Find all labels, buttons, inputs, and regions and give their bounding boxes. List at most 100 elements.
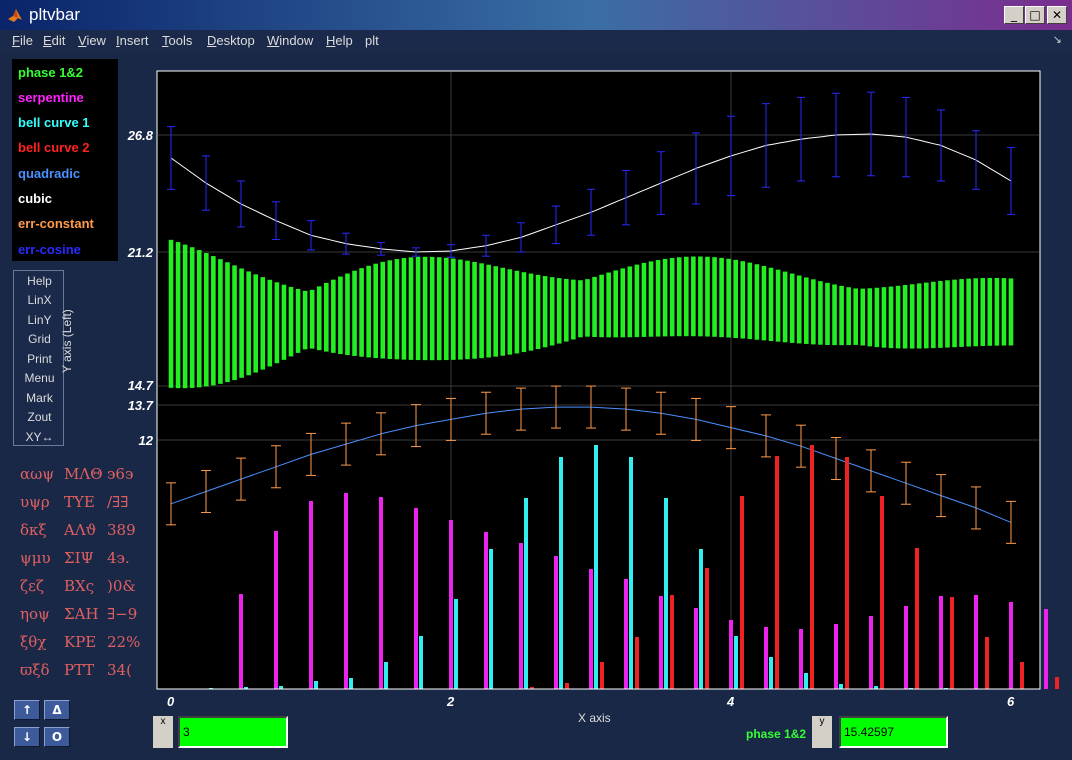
ytick-21-2: 21.2 — [127, 245, 153, 260]
phase-bar — [832, 284, 837, 346]
phase-bar — [740, 261, 746, 339]
phase-bar — [563, 278, 569, 342]
cursor-trace-name: phase 1&2 — [746, 727, 807, 741]
serpentine-bar — [414, 508, 418, 689]
phase-bar — [966, 278, 971, 347]
phase-bar — [528, 273, 534, 351]
phase-bar — [571, 279, 576, 340]
phase-bar — [839, 285, 844, 346]
phase-bar — [316, 286, 322, 351]
phase-bar — [916, 283, 922, 349]
plot-canvas — [156, 70, 1059, 690]
serpentine-bar — [379, 497, 383, 689]
serpentine-bar — [764, 627, 768, 689]
phase-bar — [345, 273, 350, 356]
phase-bar — [479, 263, 484, 359]
phase-bar — [825, 282, 830, 345]
phase-bar — [175, 242, 181, 389]
phase-bar — [938, 281, 943, 348]
phase-bar — [521, 272, 527, 353]
phase-bar — [246, 271, 251, 376]
phase-bar — [493, 266, 499, 357]
phase-bar — [380, 261, 386, 359]
phase-bar — [203, 253, 209, 387]
phase-bar — [811, 279, 816, 345]
phase-bar — [507, 269, 513, 355]
bell2-bar — [880, 496, 884, 689]
phase-bar — [225, 262, 230, 383]
bell1-bar — [664, 498, 668, 689]
ytick-12: 12 — [138, 433, 153, 448]
phase-bar — [486, 264, 491, 358]
serpentine-bar — [274, 531, 278, 689]
phase-bar — [578, 280, 583, 338]
phase-bar — [267, 279, 273, 367]
serpentine-bar — [344, 493, 348, 689]
phase-bar — [1008, 278, 1014, 346]
phase-bar — [959, 279, 964, 347]
phase-bar — [373, 263, 379, 359]
phase-bar — [655, 260, 661, 337]
serpentine-bar — [589, 569, 593, 689]
phase-bar — [789, 273, 795, 343]
phase-bar — [754, 264, 760, 340]
bell2-bar — [705, 568, 709, 689]
bell1-bar — [524, 498, 528, 689]
phase-bar — [429, 256, 435, 361]
phase-bar — [415, 256, 421, 361]
bell1-bar — [629, 457, 633, 689]
bell2-bar — [985, 637, 989, 689]
phase-bar — [422, 256, 428, 361]
phase-bar — [733, 259, 739, 338]
phase-bar — [465, 260, 470, 360]
phase-bar — [451, 258, 456, 360]
phase-bar — [909, 284, 915, 349]
bell2-bar — [565, 683, 569, 689]
phase-bar — [662, 258, 668, 337]
phase-bar — [535, 274, 541, 350]
phase-bar — [196, 250, 202, 388]
phase-bar — [698, 256, 703, 337]
phase-bar — [500, 267, 506, 356]
phase-bar — [683, 256, 689, 337]
phase-bar — [585, 279, 590, 337]
xtick-4: 4 — [727, 694, 735, 709]
y-cursor-input[interactable]: 15.42597 — [839, 716, 948, 748]
serpentine-bar — [449, 520, 453, 689]
bell1-bar — [594, 445, 598, 689]
phase-bar — [945, 280, 950, 348]
x-cursor-input[interactable]: 3 — [178, 716, 288, 748]
phase-bar — [408, 257, 414, 360]
phase-bar — [436, 257, 442, 361]
bell2-bar — [845, 457, 849, 689]
phase-bar — [994, 277, 1000, 346]
phase-bar — [902, 285, 908, 349]
bell2-bar — [915, 548, 919, 689]
phase-bar — [980, 278, 986, 346]
bell1-bar — [699, 549, 703, 689]
phase-bar — [542, 276, 548, 348]
serpentine-bar — [939, 596, 943, 689]
bell1-bar — [839, 684, 843, 689]
bell2-bar — [950, 597, 954, 689]
axes-frame — [156, 70, 1041, 690]
phase-bar — [232, 265, 237, 381]
xtick-2: 2 — [447, 694, 455, 709]
phase-bar — [818, 281, 823, 345]
phase-bar — [719, 257, 724, 338]
phase-bar — [627, 266, 633, 338]
phase-bar — [888, 286, 894, 349]
phase-bar — [846, 287, 851, 346]
bell1-bar — [734, 636, 738, 689]
phase-bar — [796, 275, 802, 344]
ytick-13-7: 13.7 — [127, 398, 153, 413]
serpentine-bar — [624, 579, 628, 689]
phase-bar — [288, 286, 294, 357]
phase-bar — [366, 265, 371, 358]
phase-bar — [726, 258, 731, 338]
phase-bar — [782, 271, 788, 343]
phase-bar — [556, 278, 562, 344]
phase-bar — [514, 270, 520, 354]
phase-bar — [676, 257, 682, 337]
serpentine-bar — [659, 596, 663, 689]
